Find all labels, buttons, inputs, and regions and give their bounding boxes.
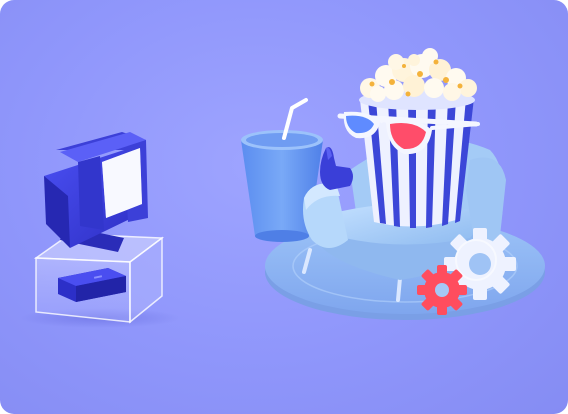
tv-icon [44, 132, 148, 252]
thumbs-up-icon [320, 147, 353, 190]
illustration-card [0, 0, 568, 414]
tv-stand-group [20, 132, 180, 328]
movie-night-illustration [20, 48, 545, 328]
gear-small-icon [417, 265, 467, 315]
popcorn-pile [360, 48, 477, 102]
popcorn-icon [320, 48, 480, 228]
